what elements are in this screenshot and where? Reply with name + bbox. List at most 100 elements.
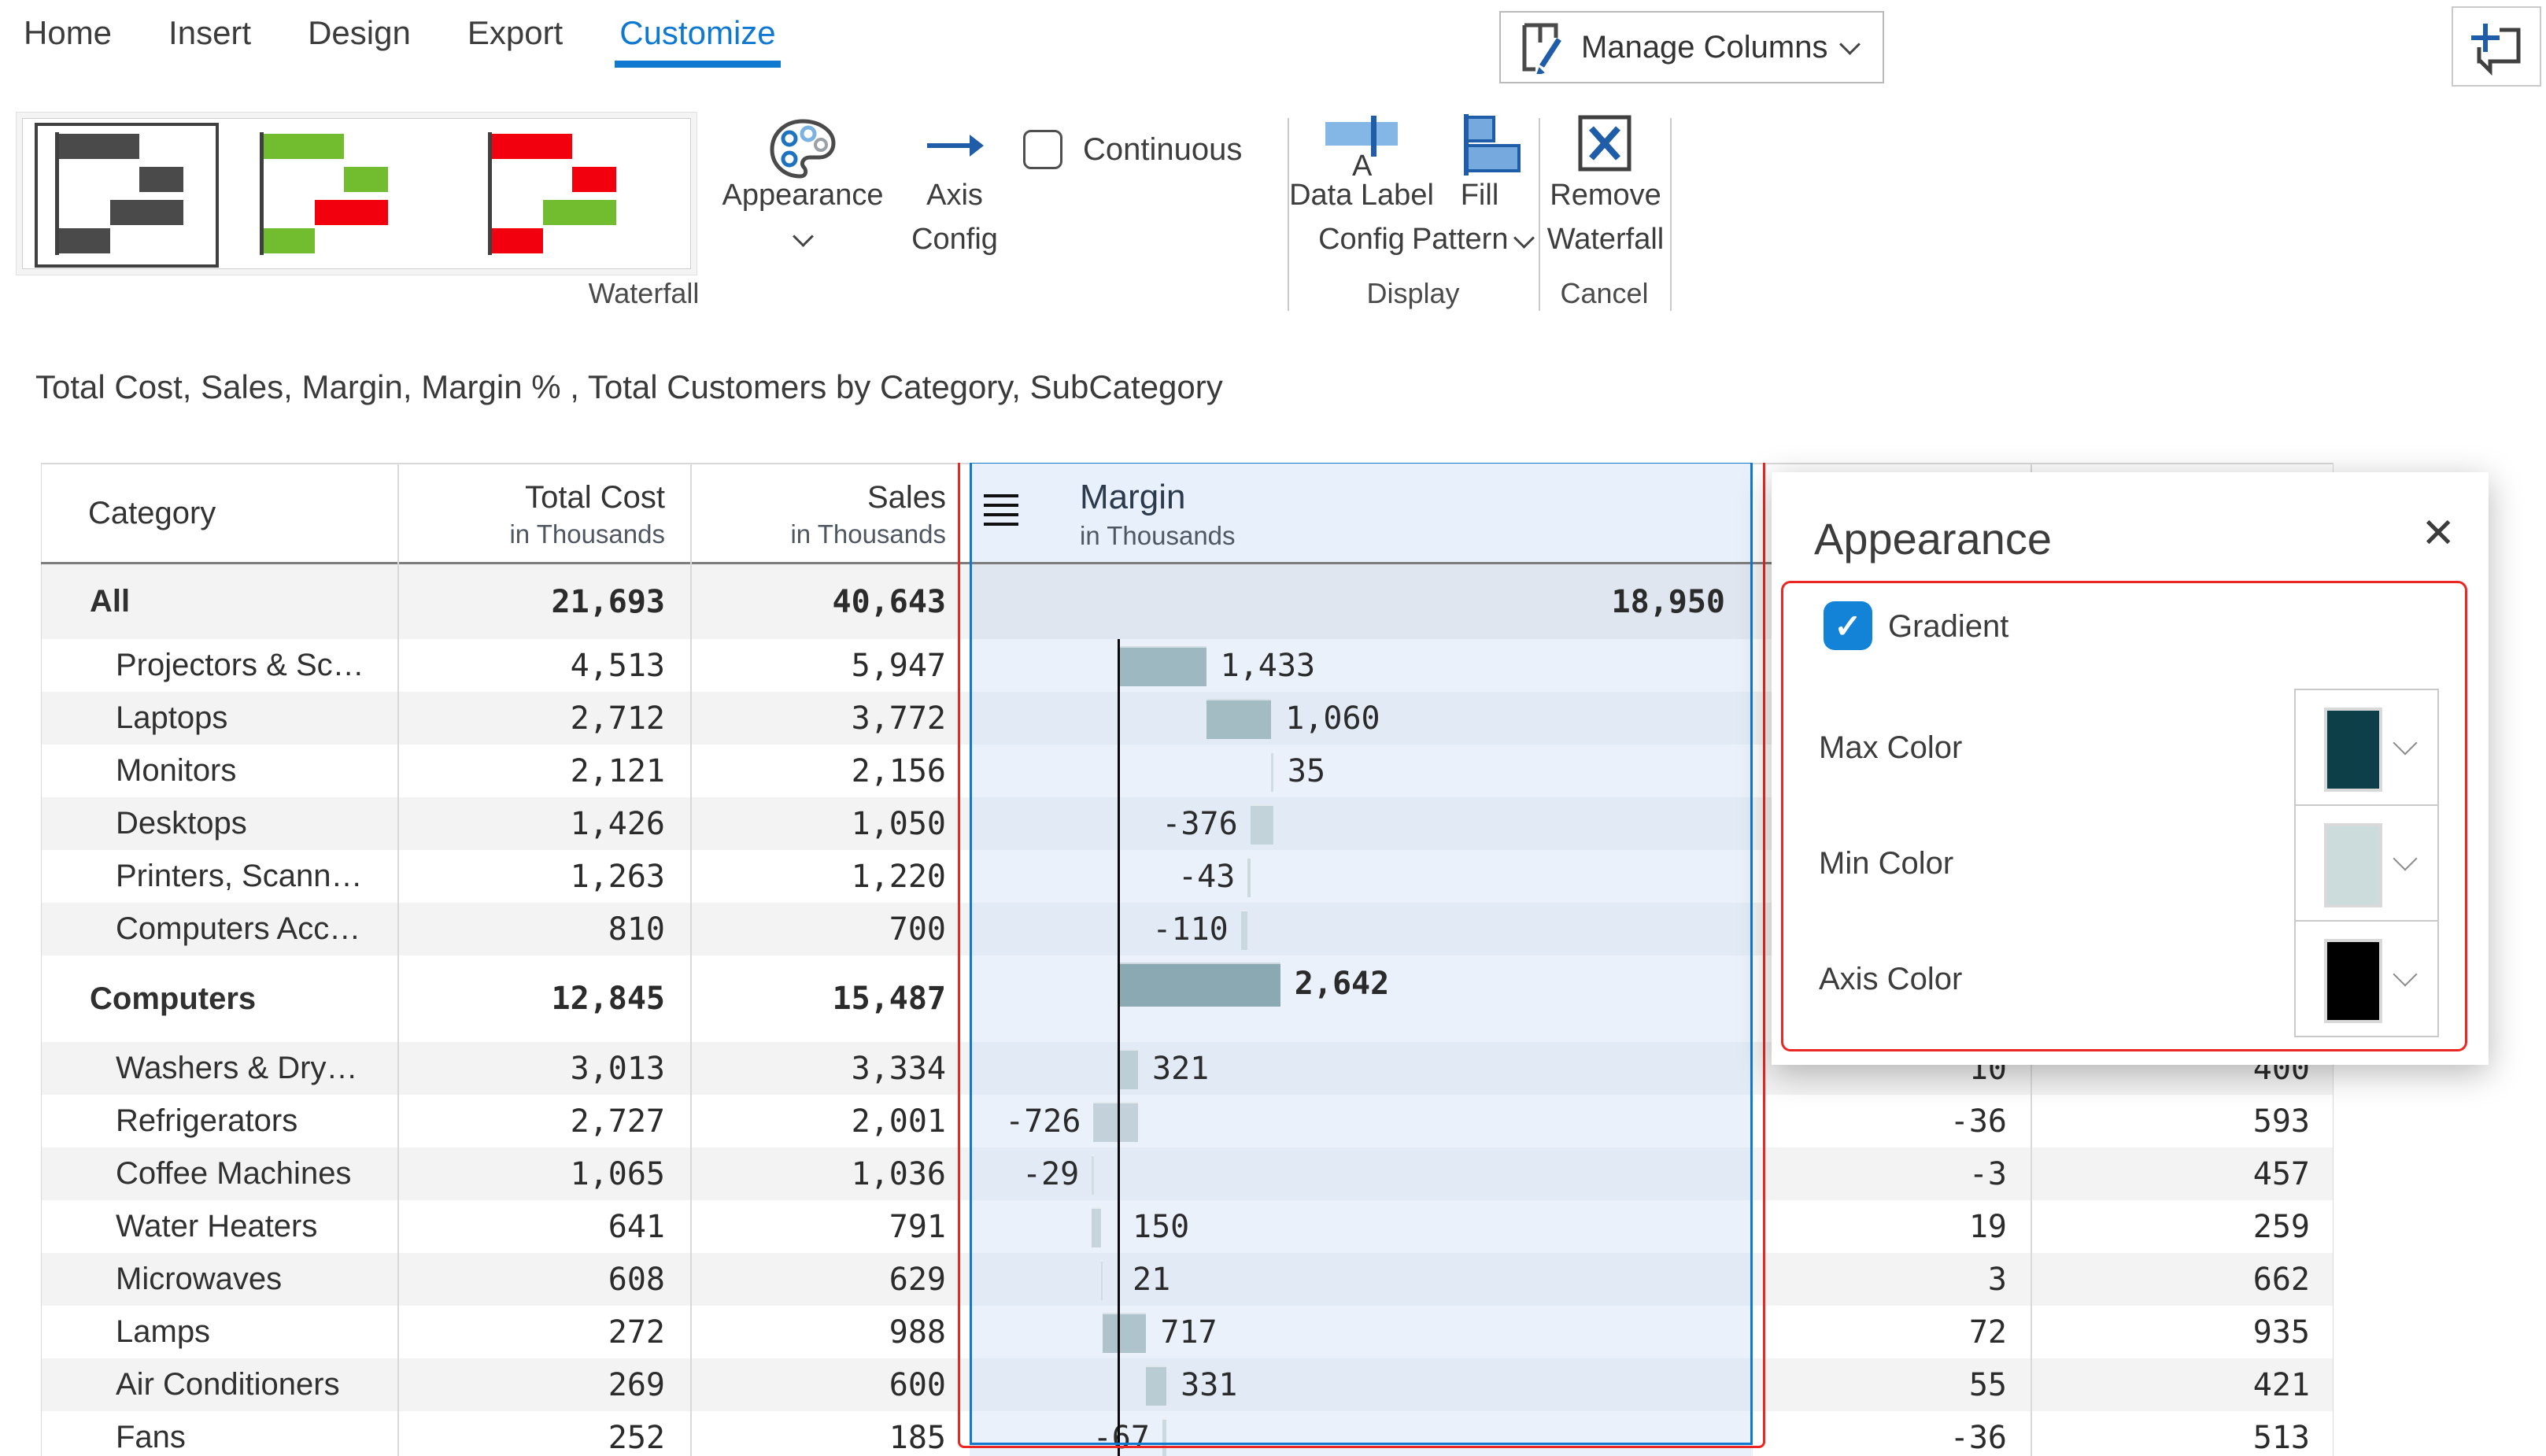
column-header-category[interactable]: Category [88,463,216,564]
total-cost-cell: 641 [397,1200,665,1253]
category-cell: Printers, Scann… [116,850,362,903]
arrow-right-icon [924,128,987,163]
min-color-dropdown[interactable] [2294,804,2439,922]
palette-icon [769,118,837,181]
ribbon-divider [1670,118,1672,311]
margin-pct-cell: 72 [1753,1306,2007,1358]
sales-cell: 629 [690,1253,946,1306]
margin-pct-cell: 3 [1753,1253,2007,1306]
margin-pct-cell: -36 [1753,1411,2007,1456]
margin-pct-cell: -3 [1753,1147,2007,1200]
total-cost-cell: 810 [397,903,665,955]
appearance-label: Appearance [720,179,885,212]
manage-columns-icon [1518,20,1567,74]
axis-color-label: Axis Color [1819,962,1962,997]
menu-insert[interactable]: Insert [168,14,251,63]
appearance-panel: Appearance ✕ ✓ Gradient Max Color Min Co… [1772,472,2489,1065]
category-cell: Monitors [116,745,236,797]
category-cell: Washers & Dry… [116,1042,357,1095]
category-cell: Laptops [116,692,227,745]
category-cell: Air Conditioners [116,1358,340,1411]
waterfall-style-green-red[interactable] [260,132,401,255]
margin-pct-cell: -36 [1753,1095,2007,1147]
chevron-down-icon [2393,846,2417,870]
menu-export[interactable]: Export [467,14,563,63]
sales-cell: 700 [690,903,946,955]
total-cost-cell: 4,513 [397,639,665,692]
annotation-box-column [958,463,1765,1448]
category-cell: Microwaves [116,1253,282,1306]
check-icon: ✓ [1834,607,1861,645]
column-header-sales[interactable]: Sales [690,474,946,521]
menu-bar: Home Insert Design Export Customize [24,14,776,63]
total-cost-cell: 1,263 [397,850,665,903]
category-cell: Desktops [116,797,247,850]
app-window: Home Insert Design Export Customize Mana… [0,0,2546,1456]
total-cost-cell: 1,065 [397,1147,665,1200]
margin-pct-cell: 55 [1753,1358,2007,1411]
chevron-down-icon [1839,34,1861,55]
column-header-total-cost[interactable]: Total Cost [397,474,665,521]
customers-cell: 662 [2031,1253,2310,1306]
total-cost-cell: 12,845 [397,955,665,1042]
column-header-total-cost-sub: in Thousands [397,515,665,554]
continuous-checkbox[interactable] [1023,130,1062,169]
sales-cell: 5,947 [690,639,946,692]
max-color-dropdown[interactable] [2294,689,2439,806]
category-cell: Water Heaters [116,1200,317,1253]
column-divider [397,463,399,1456]
waterfall-style-red-green[interactable] [488,132,630,255]
total-cost-cell: 2,727 [397,1095,665,1147]
category-cell: Projectors & Sc… [116,639,364,692]
total-cost-cell: 2,121 [397,745,665,797]
sales-cell: 40,643 [690,564,946,639]
customers-cell: 513 [2031,1411,2310,1456]
add-comment-icon [2468,17,2525,76]
category-cell: Computers Acc… [116,903,360,955]
close-icon[interactable]: ✕ [2421,510,2455,557]
gradient-label: Gradient [1888,609,2008,645]
margin-pct-cell: 19 [1753,1200,2007,1253]
customers-cell: 421 [2031,1358,2310,1411]
sales-cell: 15,487 [690,955,946,1042]
axis-color-dropdown[interactable] [2294,920,2439,1037]
customers-cell: 593 [2031,1095,2310,1147]
menu-customize[interactable]: Customize [619,14,775,63]
remove-x-icon [1577,114,1634,174]
category-cell: All [90,564,130,639]
sales-cell: 2,156 [690,745,946,797]
axis-color-swatch [2324,939,2382,1023]
total-cost-cell: 21,693 [397,564,665,639]
manage-columns-button[interactable]: Manage Columns [1499,11,1884,83]
sales-cell: 3,772 [690,692,946,745]
min-color-label: Min Color [1819,846,1953,881]
waterfall-style-gray[interactable] [55,132,197,255]
add-comment-button[interactable] [2452,6,2541,87]
sales-cell: 988 [690,1306,946,1358]
fill-pattern-icon [1461,114,1527,177]
total-cost-cell: 3,013 [397,1042,665,1095]
total-cost-cell: 269 [397,1358,665,1411]
gradient-checkbox[interactable]: ✓ [1824,601,1872,650]
total-cost-cell: 252 [397,1411,665,1456]
menu-home[interactable]: Home [24,14,112,63]
group-label-display: Display [1288,277,1539,310]
sales-cell: 2,001 [690,1095,946,1147]
continuous-label: Continuous [1083,132,1242,168]
menu-design[interactable]: Design [308,14,411,63]
svg-text:A: A [1352,150,1373,177]
continuous-toggle[interactable]: Continuous [1023,126,1283,173]
sales-cell: 600 [690,1358,946,1411]
customers-cell: 935 [2031,1306,2310,1358]
total-cost-cell: 272 [397,1306,665,1358]
sales-cell: 185 [690,1411,946,1456]
chevron-down-icon [793,226,814,247]
sales-cell: 1,220 [690,850,946,903]
category-cell: Lamps [116,1306,210,1358]
remove-waterfall-label-2: Waterfall [1527,223,1684,257]
category-cell: Coffee Machines [116,1147,351,1200]
min-color-swatch [2324,823,2382,907]
remove-waterfall-label-1: Remove [1527,179,1684,212]
data-label-icon: A [1324,116,1406,177]
customers-cell: 457 [2031,1147,2310,1200]
